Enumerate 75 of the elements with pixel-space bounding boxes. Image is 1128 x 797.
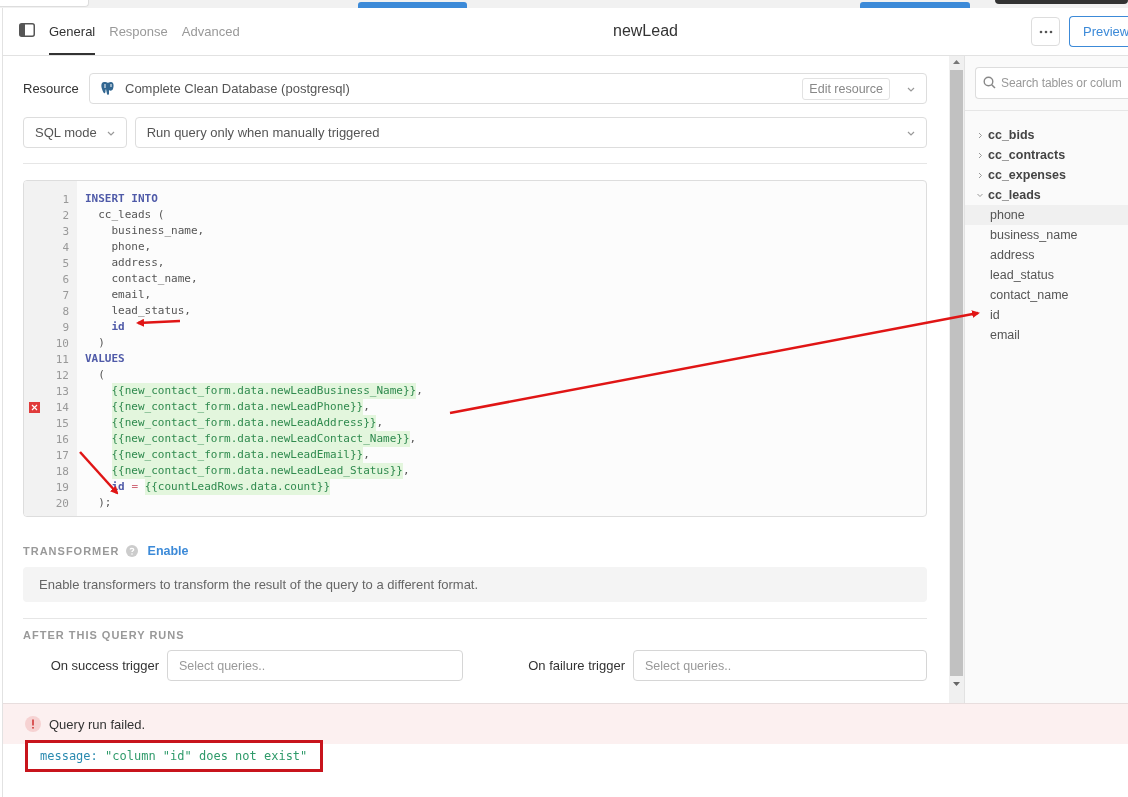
code-line: lead_status, [110, 303, 191, 319]
line-number: 6 [62, 272, 69, 286]
line-number: 3 [62, 224, 69, 238]
code-line: {{new_contact_form.data.newLeadContact_Name}}, [110, 431, 417, 447]
line-number: 2 [62, 208, 69, 222]
line-number: 10 [55, 336, 69, 350]
column-item[interactable]: business_name [965, 225, 1128, 245]
table-item[interactable]: cc_contracts [965, 145, 1128, 165]
line-number: 11 [55, 352, 69, 366]
line-number: 18 [55, 464, 69, 478]
line-number: 20 [55, 496, 69, 510]
code-line: email, [110, 287, 152, 303]
tab[interactable]: General [49, 8, 96, 55]
elephant-icon [101, 81, 115, 96]
column-item[interactable]: lead_status [965, 265, 1128, 285]
line-number: 16 [55, 432, 69, 446]
sidebar-toggle-icon[interactable] [19, 23, 35, 37]
line-number: 8 [62, 304, 69, 318]
code-line: INSERT INTO [85, 191, 158, 207]
code-line: address, [110, 255, 165, 271]
error-title: Query run failed. [49, 716, 146, 732]
error-icon [25, 716, 41, 732]
annotation-arrow [136, 318, 181, 327]
line-number: 19 [55, 480, 69, 494]
table-item[interactable]: cc_bids [965, 125, 1128, 145]
code-line: {{new_contact_form.data.newLeadAddress}}, [110, 415, 384, 431]
line-number: 1 [62, 192, 69, 206]
scrollbar[interactable] [949, 56, 964, 703]
line-number: 13 [55, 384, 69, 398]
code-line: VALUES [85, 351, 125, 367]
mode-select[interactable]: SQL mode [23, 117, 127, 148]
code-line: contact_name, [110, 271, 198, 287]
line-number: 5 [62, 256, 69, 270]
line-number: 12 [55, 368, 69, 382]
code-line: {{new_contact_form.data.newLeadPhone}}, [110, 399, 370, 415]
resource-select[interactable]: Complete Clean Database (postgresql) Edit resource [89, 73, 927, 104]
enable-link[interactable]: Enable [147, 544, 189, 558]
code-line: ); [97, 495, 112, 511]
trigger-label: On success trigger [49, 658, 160, 673]
resource-label: Resource [23, 81, 80, 96]
line-number: 15 [55, 416, 69, 430]
table-item[interactable]: cc_expenses [965, 165, 1128, 185]
transformer-description: Enable transformers to transform the result of the query to a different format. [23, 567, 927, 602]
column-item[interactable]: phone [965, 205, 1128, 225]
line-number: 14 [55, 400, 69, 414]
column-item[interactable]: email [965, 325, 1128, 345]
code-line: id [110, 319, 125, 335]
error-message: message: "column "id" does not exist" [25, 740, 324, 772]
query-select-field[interactable]: Select queries.. [167, 650, 463, 681]
code-line: {{new_contact_form.data.newLeadEmail}}, [110, 447, 370, 463]
section-heading: TRANSFORMER [23, 545, 120, 557]
search-field[interactable]: Search tables or colum [975, 67, 1128, 99]
code-line: business_name, [110, 223, 205, 239]
table-item[interactable]: cc_leads [965, 185, 1128, 205]
code-line: {{new_contact_form.data.newLeadLead_Status}}, [110, 463, 410, 479]
code-line: cc_leads ( [97, 207, 165, 223]
line-number: 17 [55, 448, 69, 462]
section-heading: AFTER THIS QUERY RUNS [23, 629, 186, 641]
code-line: ( [97, 367, 105, 383]
trigger-select[interactable]: Run query only when manually triggered [134, 117, 927, 148]
more-icon [1038, 29, 1053, 34]
line-number: 7 [62, 288, 69, 302]
edit-resource-button[interactable]: Edit resource [802, 77, 890, 100]
query-select-field[interactable]: Select queries.. [633, 650, 927, 681]
query-title: newLead [612, 22, 679, 40]
line-number: 4 [62, 240, 69, 254]
column-item[interactable]: id [965, 305, 1128, 325]
code-line: phone, [110, 239, 152, 255]
line-number: 9 [62, 320, 69, 334]
code-line: {{new_contact_form.data.newLeadBusiness_Name}}, [110, 383, 423, 399]
code-line: ) [97, 335, 105, 351]
error-marker-icon[interactable] [29, 402, 40, 413]
trigger-label: On failure trigger [527, 658, 626, 673]
column-item[interactable]: contact_name [965, 285, 1128, 305]
column-item[interactable]: address [965, 245, 1128, 265]
